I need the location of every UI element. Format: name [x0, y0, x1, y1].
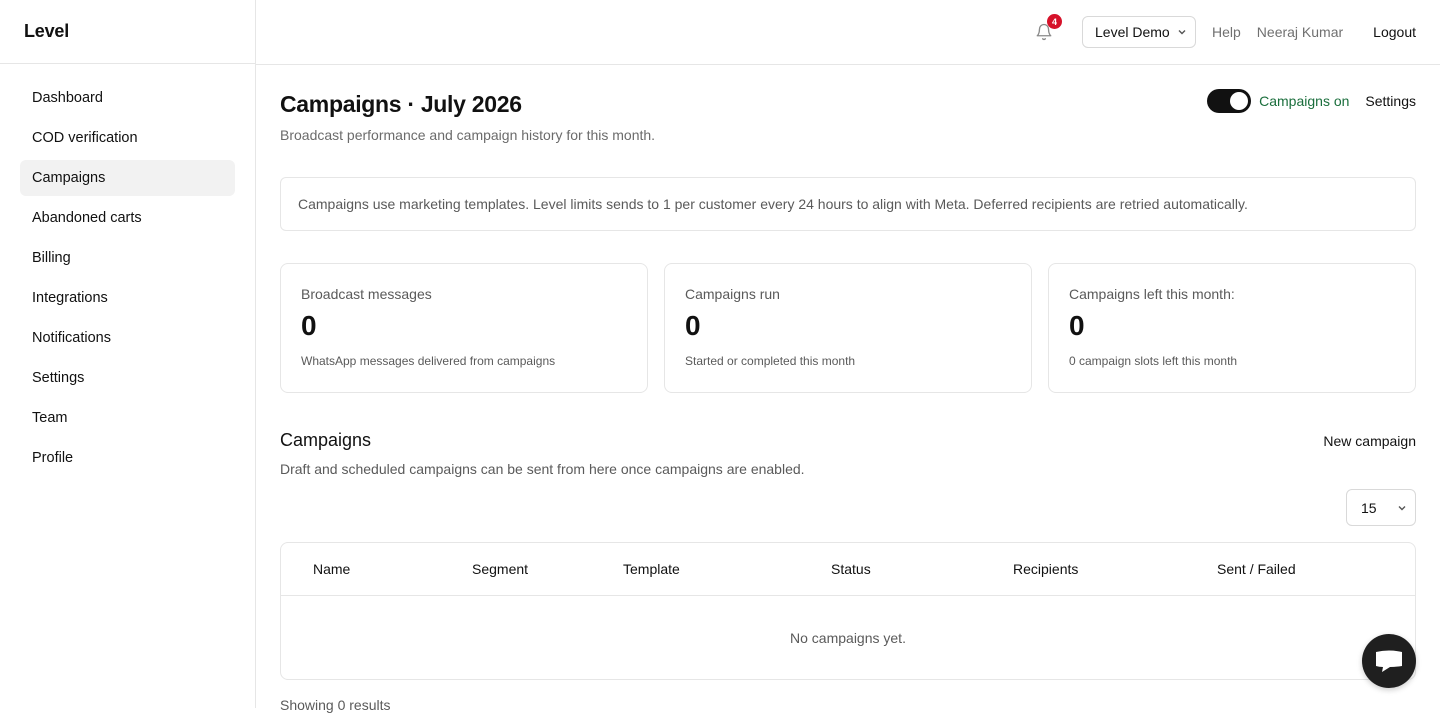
campaigns-table: Name Segment Template Status Recipients … [280, 542, 1416, 680]
sidebar-item-notifications[interactable]: Notifications [20, 320, 235, 356]
toggle-knob [1230, 92, 1249, 110]
column-header-template[interactable]: Template [623, 561, 680, 577]
stat-label: Broadcast messages [301, 286, 432, 302]
sidebar-nav: Dashboard COD verification Campaigns Aba… [0, 64, 255, 496]
new-campaign-button[interactable]: New campaign [1323, 433, 1416, 449]
column-header-segment[interactable]: Segment [472, 561, 528, 577]
page-size-select[interactable]: 15 [1346, 489, 1416, 526]
sidebar-item-cod-verification[interactable]: COD verification [20, 120, 235, 156]
chat-button[interactable] [1362, 634, 1416, 688]
sidebar-item-profile[interactable]: Profile [20, 440, 235, 476]
sidebar-item-integrations[interactable]: Integrations [20, 280, 235, 316]
table-header: Name Segment Template Status Recipients … [281, 543, 1415, 596]
top-bar: 4 Level Demo Help Neeraj Kumar Logout [256, 0, 1440, 65]
brand-logo[interactable]: Level [0, 0, 255, 64]
campaigns-toggle-label: Campaigns on [1259, 93, 1350, 109]
sidebar-item-campaigns[interactable]: Campaigns [20, 160, 235, 196]
stat-label: Campaigns run [685, 286, 780, 302]
sidebar: Level Dashboard COD verification Campaig… [0, 0, 256, 708]
main-content: Campaigns · July 2026 Broadcast performa… [280, 65, 1416, 713]
logout-button[interactable]: Logout [1373, 24, 1416, 40]
column-header-status[interactable]: Status [831, 561, 871, 577]
stat-hint: WhatsApp messages delivered from campaig… [301, 354, 556, 368]
column-header-name[interactable]: Name [313, 561, 350, 577]
stat-card-broadcast: Broadcast messages 0 WhatsApp messages d… [280, 263, 648, 393]
notification-count-badge: 4 [1047, 14, 1062, 29]
help-link[interactable]: Help [1212, 24, 1241, 40]
table-empty-state: No campaigns yet. [790, 630, 906, 646]
stat-label: Campaigns left this month: [1069, 286, 1235, 302]
user-name[interactable]: Neeraj Kumar [1257, 24, 1343, 40]
notifications-button[interactable]: 4 [1032, 14, 1062, 44]
column-header-recipients[interactable]: Recipients [1013, 561, 1078, 577]
stat-card-campaigns-run: Campaigns run 0 Started or completed thi… [664, 263, 1032, 393]
chevron-down-icon [1178, 30, 1186, 35]
stat-value: 0 [685, 310, 701, 341]
chevron-down-icon [1398, 506, 1406, 511]
stat-card-campaigns-left: Campaigns left this month: 0 0 campaign … [1048, 263, 1416, 393]
results-count: Showing 0 results [280, 697, 391, 713]
page-subtitle: Broadcast performance and campaign histo… [280, 127, 656, 143]
campaigns-toggle[interactable] [1207, 89, 1252, 113]
stats-row: Broadcast messages 0 WhatsApp messages d… [280, 263, 1416, 393]
column-header-sent-failed[interactable]: Sent / Failed [1217, 561, 1296, 577]
stat-value: 0 [1069, 310, 1085, 341]
sidebar-item-settings[interactable]: Settings [20, 360, 235, 396]
sidebar-item-team[interactable]: Team [20, 400, 235, 436]
page-header: Campaigns · July 2026 Broadcast performa… [280, 65, 1416, 155]
info-notice: Campaigns use marketing templates. Level… [280, 177, 1416, 231]
sidebar-item-abandoned-carts[interactable]: Abandoned carts [20, 200, 235, 236]
campaigns-toggle-group: Campaigns on Settings [1207, 89, 1416, 113]
store-select-value: Level Demo [1095, 24, 1170, 40]
campaigns-section-header: Campaigns New campaign Draft and schedul… [280, 430, 1416, 477]
sidebar-item-billing[interactable]: Billing [20, 240, 235, 276]
page-title: Campaigns · July 2026 [280, 91, 522, 117]
campaigns-section-subtitle: Draft and scheduled campaigns can be sen… [280, 461, 805, 477]
chat-icon [1376, 650, 1402, 672]
settings-button[interactable]: Settings [1365, 93, 1416, 109]
page-size-value: 15 [1361, 499, 1377, 516]
stat-hint: Started or completed this month [685, 354, 856, 368]
sidebar-item-dashboard[interactable]: Dashboard [20, 80, 235, 116]
stat-value: 0 [301, 310, 317, 341]
campaigns-section-title: Campaigns [280, 430, 372, 450]
store-select[interactable]: Level Demo [1082, 16, 1196, 48]
stat-hint: 0 campaign slots left this month [1069, 354, 1238, 368]
